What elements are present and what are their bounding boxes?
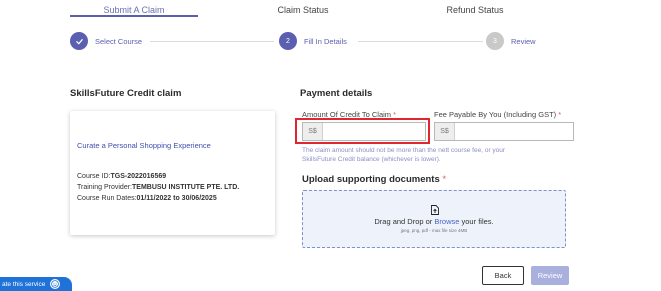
smiley-icon — [50, 279, 60, 289]
fee-payable-field[interactable]: S$ — [434, 122, 574, 141]
step-3-circle: 3 — [486, 32, 504, 50]
course-title[interactable]: Curate a Personal Shopping Experience — [77, 141, 211, 150]
tab-submit-claim[interactable]: Submit A Claim — [70, 5, 198, 15]
step-2-circle: 2 — [279, 32, 297, 50]
active-tab-indicator — [70, 15, 198, 17]
step-3-label: Review — [511, 37, 536, 46]
currency-prefix: S$ — [435, 123, 455, 140]
file-dropzone[interactable]: Drag and Drop or Browse your files. jpeg… — [302, 190, 566, 248]
step-2-label: Fill In Details — [304, 37, 347, 46]
fee-payable-label: Fee Payable By You (Including GST) * — [434, 110, 562, 119]
payment-details-title: Payment details — [300, 88, 373, 99]
step-1-circle — [70, 32, 88, 50]
back-button[interactable]: Back — [482, 266, 524, 285]
file-upload-icon — [431, 205, 439, 215]
rate-service-label: ate this service — [2, 280, 46, 288]
file-requirements: jpeg, png, pdf - max file size 4MB — [400, 228, 468, 233]
claim-hint-line-2: SkillsFuture Credit balance (whichever i… — [302, 156, 441, 163]
browse-link[interactable]: Browse — [434, 217, 459, 226]
tab-refund-status[interactable]: Refund Status — [420, 5, 530, 15]
credit-field-highlight — [295, 118, 430, 144]
check-icon — [75, 38, 83, 44]
step-connector-1 — [150, 41, 274, 42]
training-provider: Training Provider:TEMBUSU INSTITUTE PTE.… — [77, 184, 240, 191]
credit-claim-title: SkillsFuture Credit claim — [70, 88, 182, 99]
fee-payable-value[interactable] — [455, 123, 573, 140]
course-id: Course ID:TGS-2022016569 — [77, 173, 167, 180]
course-card: Curate a Personal Shopping Experience Co… — [70, 111, 275, 235]
rate-service-button[interactable]: ate this service — [0, 277, 72, 291]
review-button[interactable]: Review — [531, 266, 569, 285]
upload-documents-title: Upload supporting documents * — [302, 174, 447, 185]
step-connector-2 — [358, 41, 483, 42]
claim-hint-line-1: The claim amount should not be more than… — [302, 147, 506, 154]
step-1-label: Select Course — [95, 37, 143, 46]
tab-claim-status[interactable]: Claim Status — [248, 5, 358, 15]
drop-instructions: Drag and Drop or Browse your files. — [374, 217, 494, 226]
course-run-dates: Course Run Dates:01/11/2022 to 30/06/202… — [77, 195, 217, 202]
